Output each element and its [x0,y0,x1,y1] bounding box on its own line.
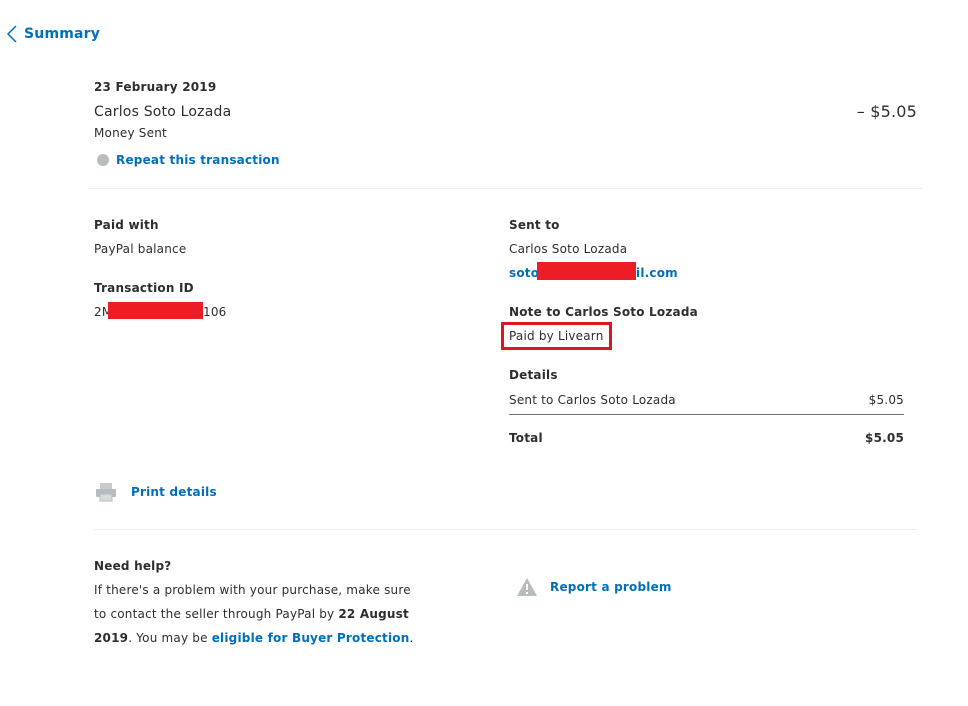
help-line-3b: . You may be [128,631,212,645]
transaction-id-suffix: 106 [203,305,227,319]
sent-to-email-suffix[interactable]: il.com [636,266,678,280]
help-line-2: to contact the seller through PayPal by … [94,602,424,626]
help-line-3: 2019. You may be eligible for Buyer Prot… [94,626,424,650]
transaction-date: 23 February 2019 [94,80,217,94]
help-text: If there's a problem with your purchase,… [94,578,424,650]
buyer-protection-link[interactable]: eligible for Buyer Protection [212,631,410,645]
sent-to-name: Carlos Soto Lozada [509,242,628,256]
back-to-summary-link[interactable]: Summary [6,24,100,44]
paid-with-value: PayPal balance [94,242,187,256]
repeat-transaction-label: Repeat this transaction [116,153,280,167]
chevron-left-icon [6,25,17,43]
help-line-2a: to contact the seller through PayPal by [94,607,339,621]
total-amount: $5.05 [865,431,904,445]
help-deadline-year: 2019 [94,631,129,645]
details-line-amount: $5.05 [868,393,904,407]
repeat-circle-icon [97,154,109,166]
sent-to-label: Sent to [509,218,560,232]
divider-top [88,188,922,189]
print-details-label: Print details [131,485,217,499]
transaction-amount: – $5.05 [856,102,917,121]
details-label: Details [509,368,558,382]
redaction-transaction-id [108,302,203,319]
print-details-link[interactable]: Print details [95,482,217,502]
note-value: Paid by Livearn [509,329,604,343]
report-problem-label: Report a problem [550,580,672,594]
sent-to-email-prefix[interactable]: soto [509,266,539,280]
help-line-3d: . [409,631,414,645]
total-label: Total [509,431,543,445]
help-deadline-date: 22 August [338,607,409,621]
repeat-transaction-link[interactable]: Repeat this transaction [97,153,280,167]
note-label: Note to Carlos Soto Lozada [509,305,698,319]
paid-with-label: Paid with [94,218,159,232]
printer-icon [96,483,116,502]
transaction-id-label: Transaction ID [94,281,194,295]
back-label: Summary [24,26,101,42]
transaction-type: Money Sent [94,126,167,140]
total-divider [509,414,904,415]
details-line-label: Sent to Carlos Soto Lozada [509,393,676,407]
need-help-title: Need help? [94,559,172,573]
warning-icon [517,578,537,596]
help-line-1: If there's a problem with your purchase,… [94,583,411,597]
divider-bottom [94,529,916,530]
report-problem-link[interactable]: Report a problem [516,577,672,597]
redaction-email [537,262,636,280]
recipient-name: Carlos Soto Lozada [94,104,232,120]
